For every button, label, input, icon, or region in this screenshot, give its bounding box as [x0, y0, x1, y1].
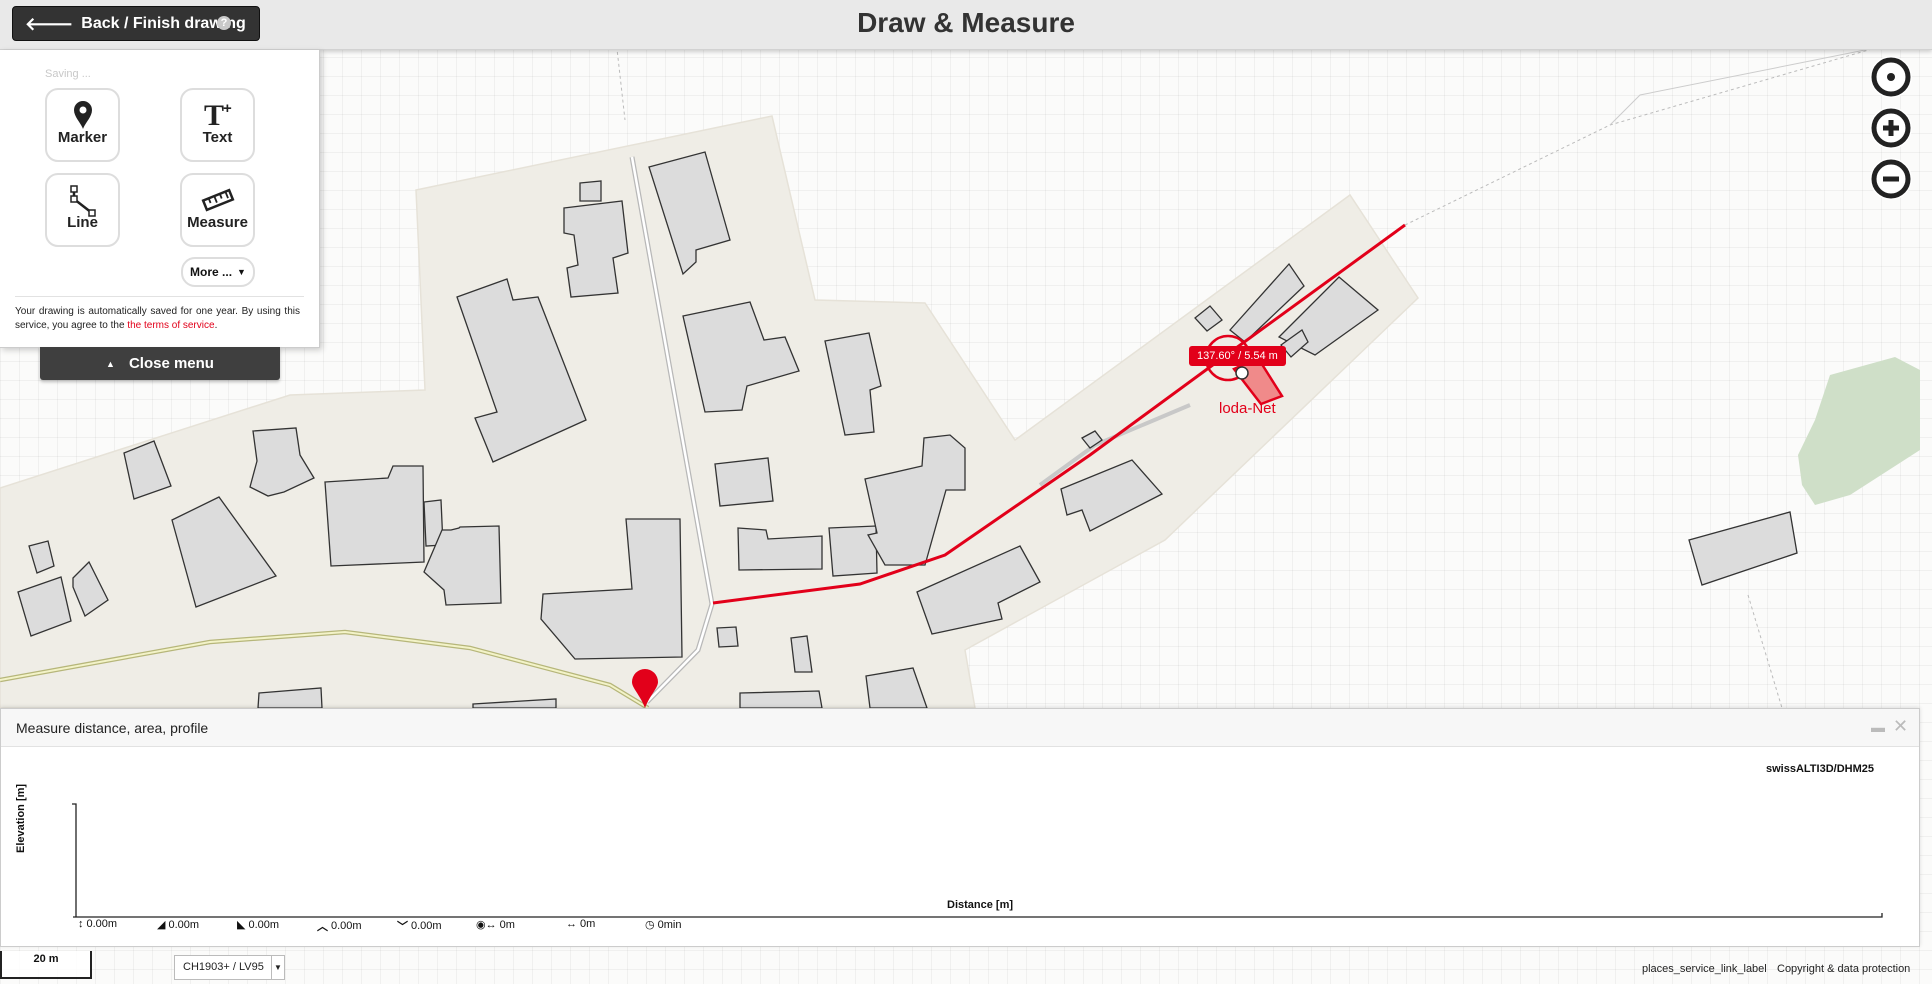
page-title: Draw & Measure: [857, 7, 1075, 38]
height-diff-icon: ↕: [78, 918, 84, 930]
profile-x-label: Distance [m]: [947, 899, 1014, 911]
line-tool-button[interactable]: Line: [45, 173, 120, 247]
caret-up-icon: ▲: [106, 358, 115, 369]
profile-y-label: Elevation [m]: [15, 783, 27, 853]
measure-tool-button[interactable]: Measure: [180, 173, 255, 247]
close-menu-button[interactable]: ▲ Close menu: [40, 347, 280, 380]
stat-value: 0.00m: [86, 918, 118, 930]
max-elevation-icon: ︿: [317, 921, 328, 933]
header-bar: 🡐 Back / Finish drawing ? Draw & Measure: [0, 0, 1932, 50]
stat-value: 0m: [580, 918, 596, 930]
measure-tool-label: Measure: [187, 214, 248, 231]
caret-down-icon: ▼: [237, 267, 246, 277]
menu-divider: [15, 296, 304, 297]
geolocate-icon: [1871, 57, 1911, 97]
distance-icon: ↔: [566, 918, 577, 930]
autosave-notice: Your drawing is automatically saved for …: [15, 305, 300, 333]
places-service-link[interactable]: places_service_link_label: [1642, 963, 1767, 975]
stat-max-elevation: ︿ 0.00m: [317, 918, 362, 934]
feature-label: loda-Net: [1219, 400, 1276, 417]
measure-tooltip: 137.60° / 5.54 m: [1189, 346, 1286, 366]
projection-value: CH1903+ / LV95: [183, 961, 264, 973]
terms-of-service-link[interactable]: the terms of service: [127, 320, 214, 331]
scale-bar: 20 m: [0, 951, 92, 979]
line-icon: [69, 185, 96, 217]
stat-slope-distance: ◉↔ 0m: [476, 918, 515, 932]
marker-icon: [73, 101, 92, 129]
min-elevation-icon: ﹀: [397, 921, 408, 933]
stat-height-diff: ↕ 0.00m: [78, 918, 117, 930]
saving-status: Saving ...: [45, 68, 91, 80]
ascent-icon: ◢: [157, 919, 166, 931]
more-label: More ...: [190, 265, 233, 279]
profile-y-axis: [72, 803, 77, 917]
forest-area: [1798, 357, 1920, 505]
stat-value: 0.00m: [411, 920, 442, 932]
plus-icon: [1871, 108, 1911, 148]
measure-profile-panel: Measure distance, area, profile ▬ ✕: [0, 708, 1920, 947]
marker-tool-label: Marker: [57, 129, 108, 146]
zoom-out-button[interactable]: [1870, 158, 1912, 200]
text-tool-label: Text: [202, 129, 233, 146]
marker-tool-button[interactable]: Marker: [45, 88, 120, 162]
stat-min-elevation: ﹀ 0.00m: [397, 918, 442, 934]
stat-hiking-time: ◷ 0min: [645, 918, 682, 932]
geolocate-button[interactable]: [1870, 56, 1912, 98]
profile-x-axis: [73, 913, 1883, 918]
zoom-in-button[interactable]: [1870, 107, 1912, 149]
stat-ascent: ◢ 0.00m: [157, 918, 200, 932]
slope-distance-icon: ◉↔: [476, 919, 497, 931]
caret-down-icon: ▼: [271, 956, 284, 979]
footer-bar: 20 m CH1903+ / LV95 ▼ places_service_lin…: [0, 951, 1920, 984]
draw-menu: Saving ... Marker T + Text Line Measure …: [0, 50, 320, 348]
text-icon: T +: [204, 100, 232, 130]
svg-text:T: T: [204, 100, 224, 130]
stat-value: 0.00m: [168, 918, 200, 931]
close-icon[interactable]: ✕: [1893, 716, 1908, 737]
projection-select[interactable]: CH1903+ / LV95 ▼: [174, 955, 285, 980]
elevation-profile-chart: [72, 803, 1883, 918]
svg-text:+: +: [223, 100, 232, 117]
profile-panel-title: Measure distance, area, profile: [16, 720, 209, 736]
profile-panel-header: Measure distance, area, profile ▬ ✕: [1, 709, 1919, 747]
text-tool-button[interactable]: T + Text: [180, 88, 255, 162]
stat-value: 0.00m: [248, 918, 280, 931]
autosave-text-end: .: [214, 320, 218, 331]
stat-descent: ◣ 0.00m: [237, 918, 280, 932]
ruler-icon: [201, 188, 234, 212]
copyright-link[interactable]: Copyright & data protection: [1777, 963, 1910, 975]
hiking-time-icon: ◷: [645, 919, 655, 931]
stat-value: 0m: [499, 918, 515, 931]
descent-icon: ◣: [237, 919, 246, 931]
stat-value: 0.00m: [331, 920, 362, 932]
minus-icon: [1871, 159, 1911, 199]
stat-value: 0min: [657, 918, 682, 931]
minimize-icon[interactable]: ▬: [1871, 719, 1885, 735]
measure-endpoint: [1235, 366, 1249, 380]
elevation-source: swissALTI3D/DHM25: [1766, 763, 1874, 775]
stat-distance: ↔ 0m: [566, 918, 595, 930]
more-tools-dropdown[interactable]: More ... ▼: [181, 257, 255, 287]
close-menu-label: Close menu: [128, 355, 214, 372]
